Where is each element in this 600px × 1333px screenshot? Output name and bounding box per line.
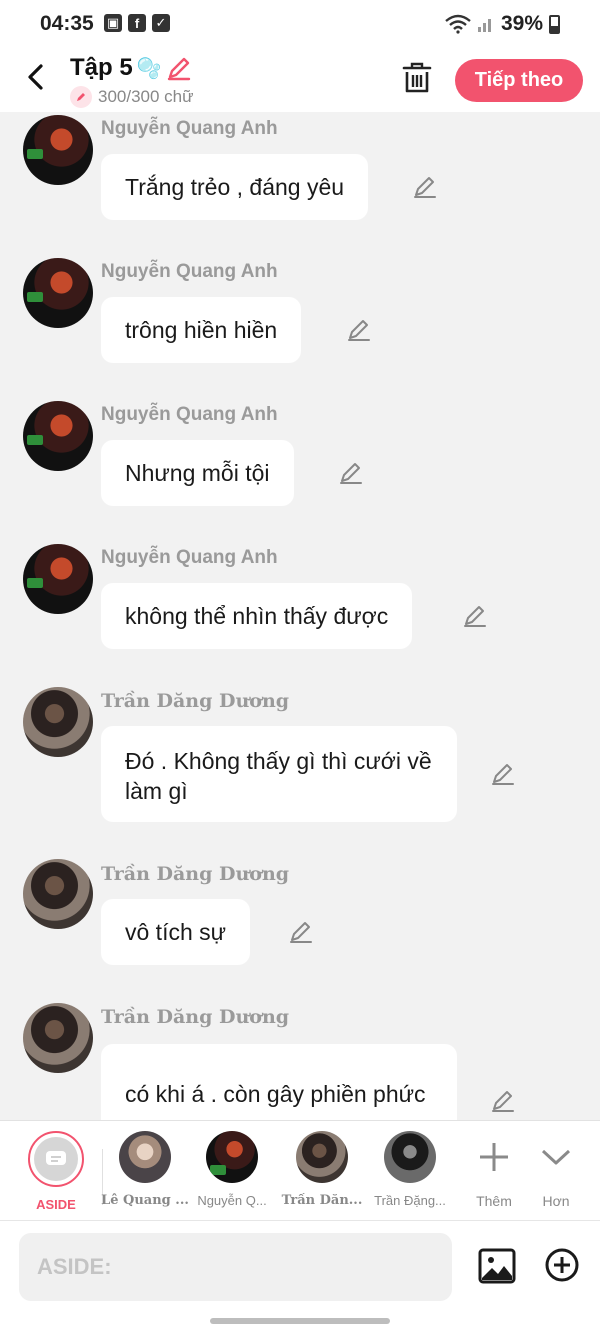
character-item[interactable]: Trần Dăn... — [277, 1131, 367, 1208]
top-app-bar: Tập 5 🫧 300/300 chữ Tiếp theo — [0, 48, 600, 112]
sender-name: Nguyễn Quang Anh — [101, 404, 278, 425]
edit-icon[interactable] — [347, 318, 371, 342]
chat-message: Trần Dăng Dương vô tích sự — [0, 857, 600, 977]
edit-icon[interactable] — [463, 604, 487, 628]
chat-message: Nguyễn Quang Anh không thể nhìn thấy đượ… — [0, 541, 600, 661]
insert-image-button[interactable] — [478, 1247, 516, 1285]
comment-icon — [34, 1137, 78, 1181]
expand-button[interactable]: Hơn — [526, 1131, 586, 1209]
edit-icon[interactable] — [289, 920, 313, 944]
message-bubble[interactable]: Trắng trẻo , đáng yêu — [101, 154, 369, 220]
chat-message: Nguyễn Quang Anh Trắng trẻo , đáng yêu — [0, 112, 600, 232]
add-button[interactable] — [544, 1247, 580, 1283]
chevron-down-icon — [530, 1131, 582, 1183]
character-item[interactable]: Nguyễn Q... — [187, 1131, 277, 1208]
episode-title-text: Tập 5 — [70, 54, 133, 81]
chat-message: Nguyễn Quang Anh Nhưng mỗi tội — [0, 398, 600, 518]
message-bubble[interactable]: có khi á . còn gây phiền phức — [101, 1044, 457, 1120]
check-icon: ✓ — [152, 14, 170, 32]
pencil-badge-icon — [70, 86, 92, 108]
chat-message: Trần Dăng Dương Đó . Không thấy gì thì c… — [0, 684, 600, 834]
battery-icon — [549, 14, 560, 34]
plus-icon — [468, 1131, 520, 1183]
character-item[interactable]: Lê Quang ... — [100, 1131, 190, 1208]
battery-percent: 39% — [500, 12, 543, 35]
message-bubble[interactable]: Đó . Không thấy gì thì cưới về làm gì — [101, 726, 457, 822]
avatar — [23, 1003, 93, 1073]
character-name: Nguyễn Q... — [197, 1193, 267, 1208]
edit-icon[interactable] — [339, 461, 363, 485]
edit-icon[interactable] — [413, 175, 437, 199]
avatar — [23, 115, 93, 185]
wifi-icon — [445, 14, 471, 34]
avatar — [23, 258, 93, 328]
edit-icon[interactable] — [491, 1089, 515, 1113]
word-count-row: 300/300 chữ — [70, 86, 194, 108]
avatar — [23, 401, 93, 471]
image-icon — [478, 1248, 516, 1284]
character-name: Trần Đặng... — [374, 1193, 446, 1208]
sender-name: Trần Dăng Dương — [101, 690, 290, 712]
collapse-label: Hơn — [542, 1193, 570, 1209]
aside-avatar — [28, 1131, 84, 1187]
next-button[interactable]: Tiếp theo — [455, 59, 583, 102]
character-item[interactable]: Trần Đặng... — [365, 1131, 455, 1208]
character-aside[interactable]: ASIDE — [11, 1131, 101, 1212]
character-name: ASIDE — [36, 1197, 76, 1212]
character-name: Lê Quang ... — [101, 1193, 189, 1208]
chat-message: Nguyễn Quang Anh trông hiền hiền — [0, 255, 600, 375]
word-count: 300/300 chữ — [98, 87, 194, 106]
message-bubble[interactable]: Nhưng mỗi tội — [101, 440, 294, 506]
avatar — [206, 1131, 258, 1183]
message-bubble[interactable]: không thể nhìn thấy được — [101, 583, 413, 649]
sender-name: Nguyễn Quang Anh — [101, 118, 278, 139]
sender-name: Trần Dăng Dương — [101, 1006, 290, 1028]
back-button[interactable] — [20, 60, 50, 94]
home-indicator[interactable] — [210, 1318, 390, 1324]
sender-name: Trần Dăng Dương — [101, 863, 290, 885]
sender-name: Nguyễn Quang Anh — [101, 261, 278, 282]
signal-icon — [477, 19, 491, 32]
status-time: 04:35 — [40, 12, 94, 35]
bubbles-emoji: 🫧 — [136, 57, 162, 80]
pencil-icon[interactable] — [166, 55, 192, 81]
add-character-button[interactable]: Thêm — [464, 1131, 524, 1209]
message-input[interactable] — [19, 1233, 452, 1301]
avatar — [23, 544, 93, 614]
chat-message: Trần Dăng Dương có khi á . còn gây phiền… — [0, 1000, 600, 1120]
delete-button[interactable] — [402, 62, 432, 94]
message-bubble[interactable]: trông hiền hiền — [101, 297, 302, 363]
status-right-icons: 39% — [445, 12, 560, 36]
edit-icon[interactable] — [491, 762, 515, 786]
chat-list[interactable]: Nguyễn Quang Anh Trắng trẻo , đáng yêu N… — [0, 112, 600, 1120]
message-bubble[interactable]: vô tích sự — [101, 899, 251, 965]
facebook-icon: f — [128, 14, 146, 32]
trash-icon — [402, 62, 432, 93]
avatar — [119, 1131, 171, 1183]
avatar — [23, 687, 93, 757]
avatar — [23, 859, 93, 929]
more-label: Thêm — [476, 1193, 512, 1209]
episode-title: Tập 5 🫧 — [70, 54, 192, 82]
plus-circle-icon — [545, 1248, 579, 1282]
sender-name: Nguyễn Quang Anh — [101, 547, 278, 568]
gallery-icon: ▣ — [104, 14, 122, 32]
input-bar — [0, 1220, 600, 1333]
status-bar: 04:35 ▣ f ✓ 39% — [0, 0, 600, 48]
status-left-icons: ▣ f ✓ — [104, 14, 170, 32]
character-bar: ASIDE Lê Quang ... Nguyễn Q... Trần Dăn.… — [0, 1120, 600, 1220]
chevron-left-icon — [28, 64, 43, 90]
avatar — [296, 1131, 348, 1183]
character-name: Trần Dăn... — [281, 1193, 363, 1208]
avatar — [384, 1131, 436, 1183]
